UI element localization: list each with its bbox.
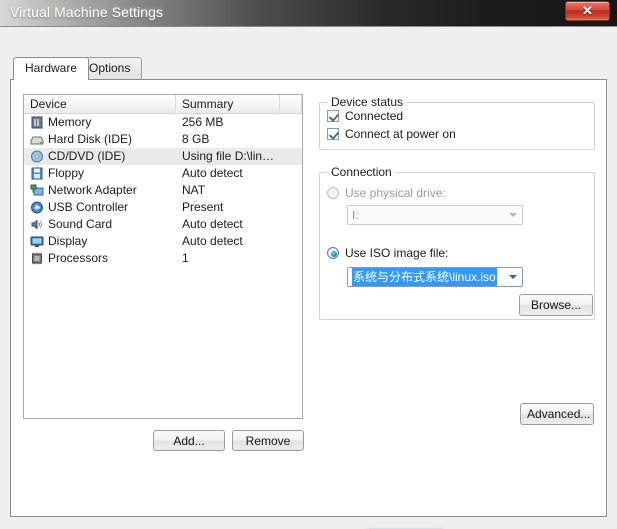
remove-button[interactable]: Remove: [232, 430, 304, 451]
device-status-group: Device status Connected Connect at power…: [319, 95, 595, 150]
device-summary: 1: [182, 251, 189, 265]
tab-hardware-label: Hardware: [25, 61, 78, 75]
connection-legend: Connection: [327, 165, 396, 179]
chevron-down-icon: [504, 268, 522, 286]
hardware-tab-panel: Device Summary Memory 256 MB Hard Disk (…: [10, 79, 607, 517]
column-header-summary[interactable]: Summary: [176, 95, 280, 114]
device-name: Processors: [48, 251, 109, 265]
iso-path-value: 系统与分布式系统\linux.iso: [352, 268, 497, 286]
device-name: Sound Card: [48, 217, 113, 231]
device-summary: Using file D:\lin…: [182, 149, 275, 163]
radio-use-iso-image-file-label: Use ISO image file:: [345, 246, 449, 260]
iso-path-input[interactable]: 系统与分布式系统\linux.iso: [347, 267, 523, 287]
device-summary: 8 GB: [182, 132, 210, 146]
table-row[interactable]: CD/DVD (IDE) Using file D:\lin…: [24, 148, 302, 165]
device-name: Floppy: [48, 166, 85, 180]
window-title: Virtual Machine Settings: [10, 4, 164, 20]
sound-card-icon: [30, 218, 44, 231]
table-row[interactable]: Memory 256 MB: [24, 114, 302, 131]
checkmark-icon: [327, 128, 339, 140]
advanced-button[interactable]: Advanced...: [520, 403, 594, 425]
device-name: Network Adapter: [48, 183, 137, 197]
chevron-down-icon: [504, 206, 522, 224]
table-row[interactable]: USB Controller Present: [24, 199, 302, 216]
device-name: Display: [48, 234, 88, 248]
checkbox-connect-at-power-on[interactable]: Connect at power on: [327, 126, 456, 142]
title-bar: Virtual Machine Settings ✕: [0, 0, 617, 26]
radio-selected-icon: [327, 247, 339, 259]
checkbox-connect-at-power-on-label: Connect at power on: [345, 127, 456, 141]
device-name: Memory: [48, 115, 92, 129]
table-row[interactable]: Processors 1: [24, 250, 302, 267]
radio-use-physical-drive[interactable]: Use physical drive:: [327, 185, 446, 201]
floppy-icon: [30, 167, 44, 180]
radio-unselected-icon: [327, 187, 339, 199]
network-adapter-icon: [30, 184, 44, 197]
device-status-legend: Device status: [327, 95, 408, 109]
device-name: CD/DVD (IDE): [48, 149, 126, 163]
checkbox-connected-label: Connected: [345, 109, 404, 123]
physical-drive-value: I:: [352, 208, 359, 222]
device-name: Hard Disk (IDE): [48, 132, 133, 146]
device-summary: Present: [182, 200, 224, 214]
footer-divider: [0, 518, 617, 519]
table-row[interactable]: Hard Disk (IDE) 8 GB: [24, 131, 302, 148]
usb-controller-icon: [30, 201, 44, 214]
device-name: USB Controller: [48, 200, 129, 214]
close-button[interactable]: ✕: [565, 1, 610, 21]
tab-options-label: Options: [89, 61, 131, 75]
column-header-device[interactable]: Device: [24, 95, 176, 114]
processors-icon: [30, 252, 44, 265]
virtual-machine-settings-window: Virtual Machine Settings ✕ Hardware Opti…: [0, 0, 617, 529]
dialog-body: Hardware Options Device Summary Memory 2…: [0, 26, 617, 529]
display-icon: [30, 235, 44, 248]
device-summary: Auto detect: [182, 234, 243, 248]
device-list[interactable]: Device Summary Memory 256 MB Hard Disk (…: [23, 94, 303, 419]
radio-use-physical-drive-label: Use physical drive:: [345, 186, 446, 200]
column-header-extra[interactable]: [280, 95, 302, 114]
close-icon: ✕: [582, 3, 593, 18]
device-summary: Auto detect: [182, 166, 243, 180]
table-row[interactable]: Network Adapter NAT: [24, 182, 302, 199]
device-list-header: Device Summary: [24, 95, 302, 114]
checkbox-connected[interactable]: Connected: [327, 108, 403, 124]
physical-drive-select[interactable]: I:: [347, 205, 523, 225]
table-row[interactable]: Sound Card Auto detect: [24, 216, 302, 233]
checkmark-icon: [327, 110, 339, 122]
device-list-rows: Memory 256 MB Hard Disk (IDE) 8 GB CD/DV…: [24, 114, 302, 267]
device-summary: NAT: [182, 183, 206, 197]
hard-disk-icon: [30, 133, 44, 146]
table-row[interactable]: Display Auto detect: [24, 233, 302, 250]
radio-use-iso-image-file[interactable]: Use ISO image file:: [327, 245, 448, 261]
browse-button[interactable]: Browse...: [519, 294, 593, 316]
device-summary: 256 MB: [182, 115, 224, 129]
cd-dvd-icon: [30, 150, 44, 163]
add-button[interactable]: Add...: [153, 430, 225, 451]
tab-hardware[interactable]: Hardware: [13, 57, 90, 80]
memory-icon: [30, 116, 44, 129]
device-summary: Auto detect: [182, 217, 243, 231]
table-row[interactable]: Floppy Auto detect: [24, 165, 302, 182]
